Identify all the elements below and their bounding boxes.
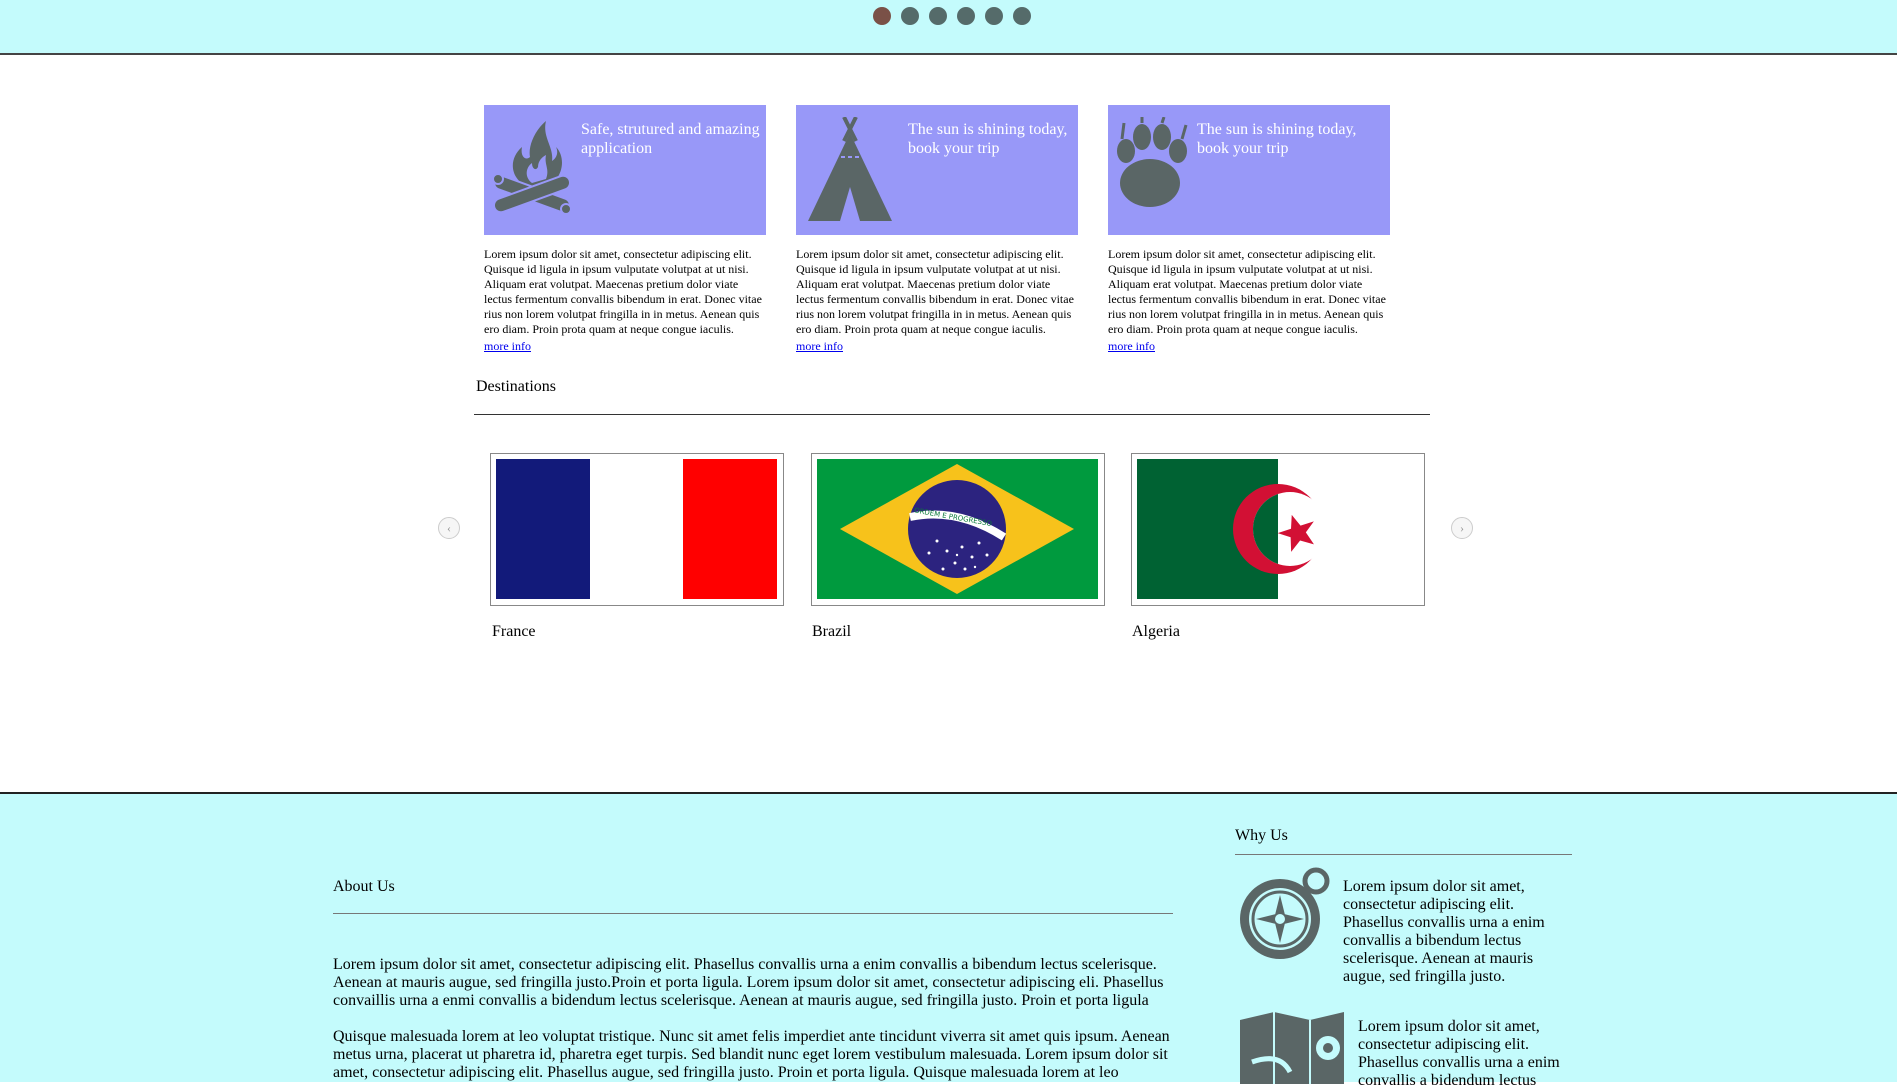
carousel-dot-6[interactable] [1013, 7, 1031, 25]
paw-print-icon [1117, 117, 1188, 207]
carousel-dots [873, 7, 1031, 25]
destination-name[interactable]: France [492, 623, 536, 641]
feature-description: Lorem ipsum dolor sit amet, consectetur … [484, 247, 762, 336]
feature-title: Safe, strutured and amazing application [581, 121, 760, 157]
destination-card-algeria[interactable] [1131, 453, 1425, 606]
divider [333, 913, 1173, 914]
carousel-dot-1[interactable] [873, 7, 891, 25]
carousel-prev-button[interactable]: ‹ [438, 517, 460, 539]
chevron-right-icon: › [1460, 521, 1464, 535]
about-us-heading: About Us [333, 878, 395, 895]
destination-name[interactable]: Brazil [812, 623, 851, 641]
feature-description: Lorem ipsum dolor sit amet, consectetur … [796, 247, 1074, 336]
feature-banner: The sun is shining today, book your trip [1108, 105, 1390, 235]
why-us-item-text: Lorem ipsum dolor sit amet, consectetur … [1343, 878, 1545, 985]
chevron-left-icon: ‹ [447, 521, 451, 535]
footer: About Us Lorem ipsum dolor sit amet, con… [0, 792, 1897, 1089]
map-pin-icon [1240, 1012, 1344, 1084]
feature-card-3: The sun is shining today, book your trip… [1108, 105, 1390, 355]
carousel-next-button[interactable]: › [1451, 517, 1473, 539]
about-paragraph: Quisque malesuada lorem at leo voluptat … [333, 1028, 1170, 1081]
divider [474, 414, 1430, 415]
feature-card-2: The sun is shining today, book your trip… [796, 105, 1078, 355]
more-info-link[interactable]: more info [484, 339, 531, 354]
feature-banner: Safe, strutured and amazing application [484, 105, 766, 235]
carousel-dot-2[interactable] [901, 7, 919, 25]
why-us-heading: Why Us [1235, 827, 1288, 844]
destinations-heading: Destinations [476, 378, 556, 395]
carousel-dot-4[interactable] [957, 7, 975, 25]
tent-icon [808, 117, 892, 221]
campfire-icon [492, 121, 572, 215]
feature-title: The sun is shining today, book your trip [1197, 121, 1357, 157]
feature-title: The sun is shining today, book your trip [908, 121, 1068, 157]
header-bar [0, 0, 1897, 55]
feature-banner: The sun is shining today, book your trip [796, 105, 1078, 235]
features-section: Safe, strutured and amazing application … [484, 105, 1390, 355]
algeria-flag [1137, 459, 1418, 599]
why-us-item-text: Lorem ipsum dolor sit amet, consectetur … [1358, 1018, 1560, 1089]
brazil-flag: ORDEM E PROGRESSO [817, 459, 1098, 599]
about-paragraph: Lorem ipsum dolor sit amet, consectetur … [333, 956, 1164, 1009]
feature-card-1: Safe, strutured and amazing application … [484, 105, 766, 355]
carousel-dot-3[interactable] [929, 7, 947, 25]
feature-description: Lorem ipsum dolor sit amet, consectetur … [1108, 247, 1386, 336]
france-flag [496, 459, 777, 599]
divider [1235, 854, 1572, 855]
more-info-link[interactable]: more info [796, 339, 843, 354]
destination-name[interactable]: Algeria [1132, 623, 1180, 641]
destination-card-brazil[interactable]: ORDEM E PROGRESSO [811, 453, 1105, 606]
more-info-link[interactable]: more info [1108, 339, 1155, 354]
carousel-dot-5[interactable] [985, 7, 1003, 25]
compass-icon [1240, 867, 1330, 959]
destination-card-france[interactable] [490, 453, 784, 606]
